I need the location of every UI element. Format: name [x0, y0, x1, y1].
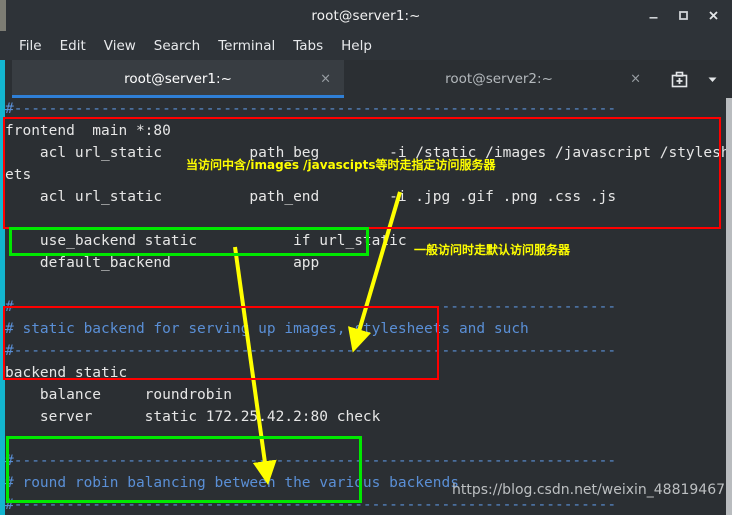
window-title: root@server1:~: [311, 7, 421, 24]
watermark-url: https://blog.csdn.net/weixin_48819467: [452, 482, 726, 498]
terminal-line: #---------------------------------------…: [5, 343, 617, 359]
terminal-line: acl url_static path_end -i .jpg .gif .pn…: [5, 189, 617, 205]
terminal-line: server static 172.25.42.2:80 check: [5, 409, 381, 425]
terminal-line: #---------------------------------------…: [5, 453, 617, 469]
terminal-left-edge: [0, 98, 5, 515]
terminal-line: balance roundrobin: [5, 387, 232, 403]
terminal-scrollbar[interactable]: [726, 98, 732, 515]
menu-item-view[interactable]: View: [95, 36, 145, 56]
tab-bar-actions: [664, 60, 732, 98]
terminal-text-area: #---------------------------------------…: [5, 98, 732, 515]
menu-item-file[interactable]: File: [10, 36, 51, 56]
terminal-line: #---------------------------------------…: [5, 299, 617, 315]
terminal-line: #---------------------------------------…: [5, 101, 617, 117]
menu-item-edit[interactable]: Edit: [51, 36, 95, 56]
menu-item-terminal[interactable]: Terminal: [209, 36, 284, 56]
terminal-line: backend static: [5, 365, 128, 381]
menu-bar: File Edit View Search Terminal Tabs Help: [0, 31, 732, 60]
terminal-line: # static backend for serving up images, …: [5, 321, 529, 337]
tabbar-left-edge: [0, 60, 5, 98]
terminal-line: default_backend app: [5, 255, 320, 271]
maximize-icon[interactable]: [668, 0, 698, 31]
tab-server2-close-icon[interactable]: ×: [630, 72, 641, 87]
menu-item-tabs[interactable]: Tabs: [284, 36, 332, 56]
tab-server2-label: root@server2:~: [445, 71, 553, 87]
tab-server2[interactable]: root@server2:~ ×: [344, 60, 654, 98]
terminal-content[interactable]: #---------------------------------------…: [0, 98, 732, 515]
close-icon[interactable]: [698, 0, 728, 31]
window-controls: [638, 0, 728, 31]
new-tab-icon[interactable]: [664, 60, 694, 98]
terminal-line: acl url_static path_beg -i /static /imag…: [5, 145, 732, 161]
tab-server1[interactable]: root@server1:~ ×: [12, 60, 344, 98]
title-bar: root@server1:~: [0, 0, 732, 32]
menu-item-search[interactable]: Search: [145, 36, 209, 56]
chevron-down-icon[interactable]: [697, 60, 727, 98]
terminal-window: root@server1:~ File Edit View Search Ter…: [0, 0, 732, 515]
tab-server1-label: root@server1:~: [124, 71, 232, 87]
window-left-edge: [0, 0, 6, 31]
terminal-line: ets: [5, 167, 32, 183]
terminal-line: use_backend static if url_static: [5, 233, 407, 249]
terminal-line: frontend main *:80: [5, 123, 171, 139]
minimize-icon[interactable]: [638, 0, 668, 31]
tab-bar: root@server1:~ × root@server2:~ ×: [0, 60, 732, 98]
menu-item-help[interactable]: Help: [332, 36, 381, 56]
tab-server1-close-icon[interactable]: ×: [320, 72, 331, 87]
